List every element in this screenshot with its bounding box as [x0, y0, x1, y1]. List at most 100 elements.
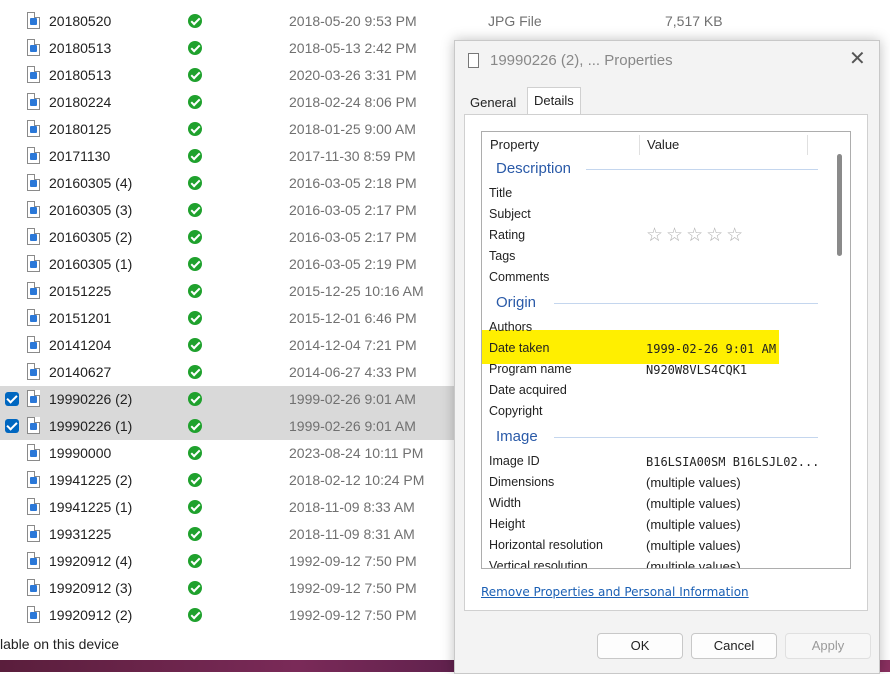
file-date: 2018-02-12 10:24 PM [289, 472, 425, 488]
file-name[interactable]: 19990226 (1) [49, 418, 132, 434]
dimensions-value[interactable]: (multiple values) [646, 475, 741, 490]
file-name[interactable]: 20160305 (4) [49, 175, 132, 191]
program-name-value[interactable]: N920W8VLS4CQK1 [646, 363, 747, 377]
prop-dimensions[interactable]: Dimensions [489, 475, 554, 489]
file-date: 1992-09-12 7:50 PM [289, 580, 417, 596]
rating-stars[interactable]: ☆☆☆☆☆ [646, 224, 746, 247]
prop-comments[interactable]: Comments [489, 270, 549, 284]
file-name[interactable]: 19941225 (2) [49, 472, 132, 488]
image-file-icon [27, 147, 40, 164]
file-icon [468, 53, 479, 68]
file-name[interactable]: 20180513 [49, 67, 111, 83]
image-file-icon [27, 525, 40, 542]
sync-status-icon [188, 284, 202, 298]
horizontal-resolution-value[interactable]: (multiple values) [646, 538, 741, 553]
sync-status-icon [188, 554, 202, 568]
image-file-icon [27, 309, 40, 326]
file-name[interactable]: 19920912 (2) [49, 607, 132, 623]
image-file-icon [27, 255, 40, 272]
prop-title[interactable]: Title [489, 186, 512, 200]
prop-horizontal-resolution[interactable]: Horizontal resolution [489, 538, 603, 552]
prop-date-taken[interactable]: Date taken [489, 341, 549, 355]
sync-status-icon [188, 95, 202, 109]
file-name[interactable]: 20180224 [49, 94, 111, 110]
file-type: JPG File [488, 13, 542, 29]
sync-status-icon [188, 176, 202, 190]
prop-tags[interactable]: Tags [489, 249, 515, 263]
tab-general[interactable]: General [464, 91, 522, 115]
date-taken-value[interactable]: 1999-02-26 9:01 AM [646, 342, 776, 356]
file-name[interactable]: 19920912 (4) [49, 553, 132, 569]
image-file-icon [27, 174, 40, 191]
file-date: 2014-06-27 4:33 PM [289, 364, 417, 380]
prop-image-id[interactable]: Image ID [489, 454, 540, 468]
file-date: 1999-02-26 9:01 AM [289, 418, 416, 434]
width-value[interactable]: (multiple values) [646, 496, 741, 511]
file-name[interactable]: 20180520 [49, 13, 111, 29]
file-name[interactable]: 20141204 [49, 337, 111, 353]
file-name[interactable]: 20160305 (3) [49, 202, 132, 218]
image-file-icon [27, 12, 40, 29]
prop-height[interactable]: Height [489, 517, 525, 531]
file-date: 2016-03-05 2:17 PM [289, 229, 417, 245]
group-image: Image [496, 428, 538, 445]
column-divider[interactable] [639, 135, 640, 155]
height-value[interactable]: (multiple values) [646, 517, 741, 532]
image-id-value[interactable]: B16LSIA00SM B16LSJL02... [646, 455, 819, 469]
prop-width[interactable]: Width [489, 496, 521, 510]
checkbox-icon[interactable] [5, 419, 19, 433]
sync-status-icon [188, 203, 202, 217]
scrollbar-thumb[interactable] [837, 154, 842, 256]
file-name[interactable]: 20151225 [49, 283, 111, 299]
prop-rating[interactable]: Rating [489, 228, 525, 242]
file-name[interactable]: 19990226 (2) [49, 391, 132, 407]
image-file-icon [27, 498, 40, 515]
file-name[interactable]: 19920912 (3) [49, 580, 132, 596]
file-name[interactable]: 20151201 [49, 310, 111, 326]
property-list[interactable]: Property Value Description Title Subject… [481, 131, 851, 569]
file-name[interactable]: 20140627 [49, 364, 111, 380]
apply-button[interactable]: Apply [785, 633, 871, 659]
vertical-resolution-value[interactable]: (multiple values) [646, 559, 741, 568]
availability-status-text: lable on this device [0, 636, 120, 652]
sync-status-icon [188, 500, 202, 514]
column-divider[interactable] [807, 135, 808, 155]
sync-status-icon [188, 122, 202, 136]
sync-status-icon [188, 149, 202, 163]
prop-date-acquired[interactable]: Date acquired [489, 383, 567, 397]
prop-subject[interactable]: Subject [489, 207, 531, 221]
cancel-button[interactable]: Cancel [691, 633, 777, 659]
file-name[interactable]: 20180513 [49, 40, 111, 56]
image-file-icon [27, 228, 40, 245]
column-header-value[interactable]: Value [647, 132, 679, 158]
file-name[interactable]: 20160305 (1) [49, 256, 132, 272]
checkbox-icon[interactable] [5, 392, 19, 406]
column-header-property[interactable]: Property [490, 132, 539, 158]
image-file-icon [27, 471, 40, 488]
ok-button[interactable]: OK [597, 633, 683, 659]
file-name[interactable]: 19931225 [49, 526, 111, 542]
sync-status-icon [188, 392, 202, 406]
tab-details[interactable]: Details [527, 87, 581, 115]
sync-status-icon [188, 581, 202, 595]
file-name[interactable]: 20180125 [49, 121, 111, 137]
image-file-icon [27, 201, 40, 218]
prop-copyright[interactable]: Copyright [489, 404, 543, 418]
file-name[interactable]: 19941225 (1) [49, 499, 132, 515]
group-origin: Origin [496, 294, 537, 311]
dialog-title: 19990226 (2), ... Properties [490, 52, 673, 69]
prop-program-name[interactable]: Program name [489, 362, 572, 376]
file-date: 1992-09-12 7:50 PM [289, 607, 417, 623]
file-row[interactable]: 20180520 2018-05-20 9:53 PM JPG File 7,517 … [0, 8, 725, 35]
close-icon[interactable]: ✕ [849, 49, 866, 69]
sync-status-icon [188, 473, 202, 487]
file-name[interactable]: 20171130 [49, 148, 110, 164]
prop-vertical-resolution[interactable]: Vertical resolution [489, 559, 588, 568]
file-name[interactable]: 20160305 (2) [49, 229, 132, 245]
remove-properties-link[interactable]: Remove Properties and Personal Informati… [481, 585, 749, 599]
sync-status-icon [188, 365, 202, 379]
sync-status-icon [188, 311, 202, 325]
file-date: 2018-11-09 8:31 AM [289, 526, 415, 542]
prop-authors[interactable]: Authors [489, 320, 532, 334]
file-name[interactable]: 19990000 [49, 445, 111, 461]
